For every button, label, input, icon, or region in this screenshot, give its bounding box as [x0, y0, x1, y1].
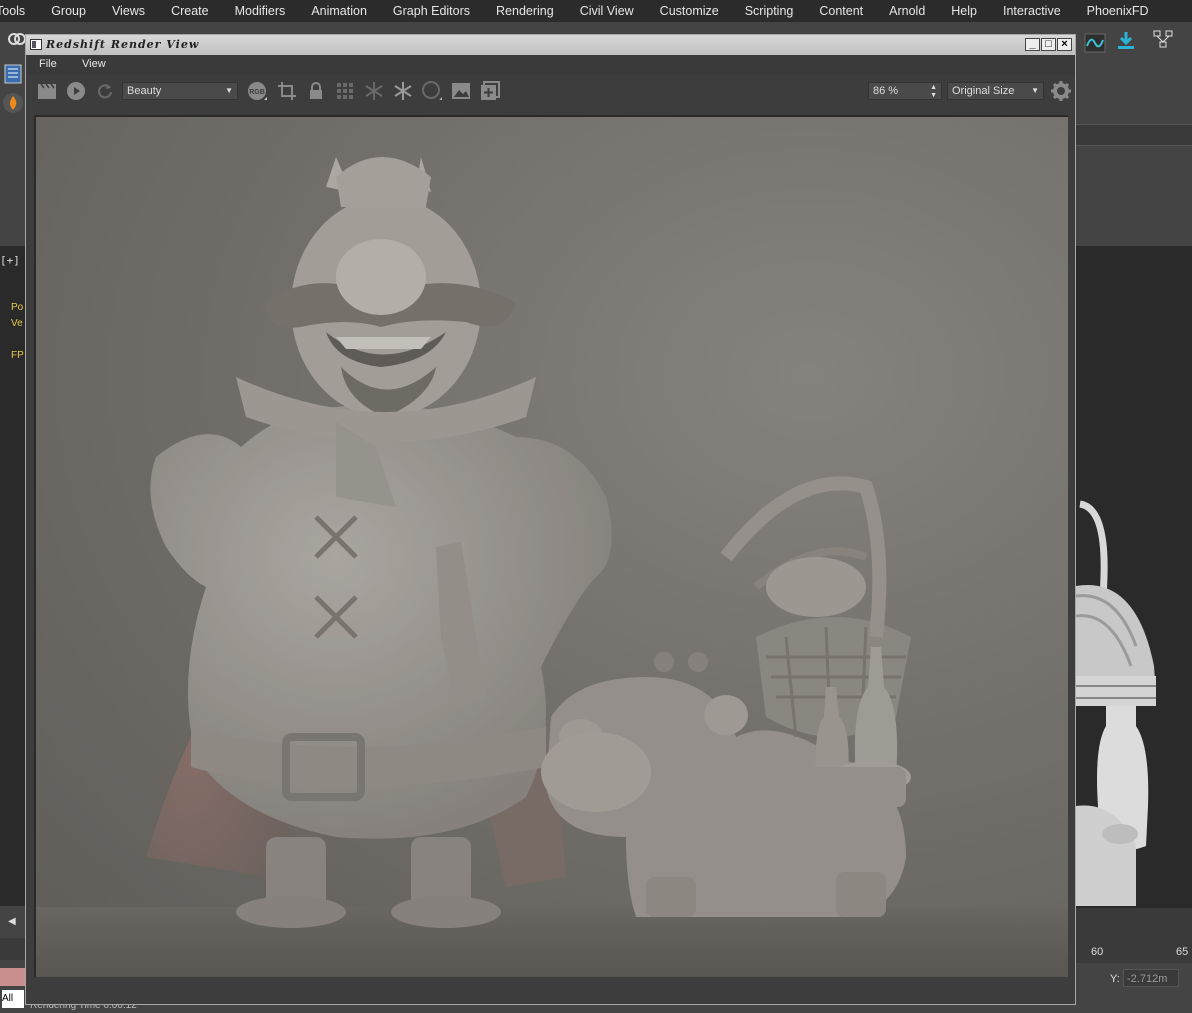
zoom-value: 86 % [873, 85, 899, 97]
y-coord-label: Y: [1110, 973, 1120, 985]
minimize-button[interactable]: _ [1025, 38, 1040, 51]
redshift-render-view-window: Redshift Render View _ □ × File View Bea… [25, 34, 1076, 1005]
window-title: Redshift Render View [46, 38, 200, 51]
maximize-button[interactable]: □ [1041, 38, 1056, 51]
play-render-icon[interactable] [65, 80, 87, 102]
render-view-statusbar [26, 977, 1075, 1004]
menu-arnold[interactable]: Arnold [876, 4, 938, 18]
viewport-basket-model [1076, 500, 1156, 906]
menu-animation[interactable]: Animation [298, 4, 380, 18]
menu-modifiers[interactable]: Modifiers [222, 4, 299, 18]
y-coord-field[interactable]: -2.712m [1123, 969, 1179, 987]
spinner-arrows-icon[interactable]: ▲ ▼ [930, 84, 937, 100]
time-slider-track[interactable] [0, 938, 25, 960]
snowflake-icon[interactable] [392, 80, 414, 102]
display-size-value: Original Size [952, 85, 1015, 97]
aov-select-value: Beauty [127, 85, 162, 97]
scene-explorer-icon[interactable] [3, 64, 25, 86]
timeline-tick-65: 65 [1176, 946, 1189, 958]
viewport-tab-bar [1076, 124, 1192, 146]
timeline[interactable]: 60 65 [1076, 908, 1192, 963]
render-image[interactable] [36, 117, 1068, 977]
coordinate-display: Y: -2.712m [1076, 963, 1192, 1013]
clapperboard-icon[interactable] [36, 80, 58, 102]
viewport-label[interactable]: [+] [0, 254, 20, 267]
window-titlebar[interactable]: Redshift Render View _ □ × [26, 35, 1075, 55]
left-bottom-strip: ◀ All [0, 910, 25, 1013]
maxscript-listener-box[interactable] [0, 968, 25, 986]
grid-icon[interactable] [334, 80, 356, 102]
menu-phoenixfd[interactable]: PhoenixFD [1074, 4, 1162, 18]
render-view-toolbar: Beauty ▼ RGB 86 % ▲ ▼ Original Size ▼ [26, 76, 1075, 106]
menu-scripting[interactable]: Scripting [732, 4, 807, 18]
menu-help[interactable]: Help [938, 4, 990, 18]
menu-tools[interactable]: Tools [0, 4, 38, 18]
fire-icon[interactable] [2, 92, 24, 114]
menu-create[interactable]: Create [158, 4, 222, 18]
menu-file[interactable]: File [39, 58, 57, 70]
curve-editor-icon[interactable] [1084, 32, 1106, 54]
rgb-channel-icon[interactable]: RGB [246, 80, 268, 102]
add-snapshot-icon[interactable] [479, 80, 501, 102]
stat-polys: Po [11, 302, 24, 313]
image-icon[interactable] [450, 80, 472, 102]
render-view-menubar: File View [26, 55, 1075, 75]
lock-icon[interactable] [305, 80, 327, 102]
zoom-spinner[interactable]: 86 % ▲ ▼ [868, 82, 942, 100]
right-viewport[interactable] [1076, 246, 1192, 908]
crop-icon[interactable] [276, 80, 298, 102]
stat-fps: FP [11, 350, 24, 361]
settings-gear-icon[interactable] [1050, 80, 1072, 102]
chevron-down-icon: ▼ [225, 86, 233, 95]
menu-customize[interactable]: Customize [647, 4, 732, 18]
timeline-tick-60: 60 [1091, 946, 1104, 958]
menu-interactive[interactable]: Interactive [990, 4, 1074, 18]
scroll-left-arrow[interactable]: ◀ [8, 916, 16, 927]
selection-filter-all[interactable]: All [2, 990, 24, 1008]
main-menubar: ToolsGroupViewsCreateModifiersAnimationG… [0, 0, 1192, 22]
refresh-icon[interactable] [94, 80, 116, 102]
menu-graph-editors[interactable]: Graph Editors [380, 4, 483, 18]
schematic-view-icon[interactable] [1152, 28, 1174, 50]
download-icon[interactable] [1115, 30, 1137, 52]
menu-view[interactable]: View [82, 58, 106, 70]
aov-select[interactable]: Beauty ▼ [122, 82, 238, 100]
menu-civil-view[interactable]: Civil View [567, 4, 647, 18]
svg-text:RGB: RGB [249, 89, 265, 96]
render-image-content [36, 117, 1068, 977]
circle-icon[interactable] [421, 80, 443, 102]
window-app-icon [30, 39, 42, 50]
menu-rendering[interactable]: Rendering [483, 4, 567, 18]
snowflake-dim-icon[interactable] [363, 80, 385, 102]
menu-views[interactable]: Views [99, 4, 158, 18]
close-button[interactable]: × [1057, 38, 1072, 51]
display-size-select[interactable]: Original Size ▼ [947, 82, 1044, 100]
menu-group[interactable]: Group [38, 4, 99, 18]
chevron-down-icon: ▼ [1031, 86, 1039, 95]
stat-verts: Ve [11, 318, 23, 329]
menu-content[interactable]: Content [806, 4, 876, 18]
left-viewport[interactable]: [+] Po Ve FP [0, 246, 25, 906]
